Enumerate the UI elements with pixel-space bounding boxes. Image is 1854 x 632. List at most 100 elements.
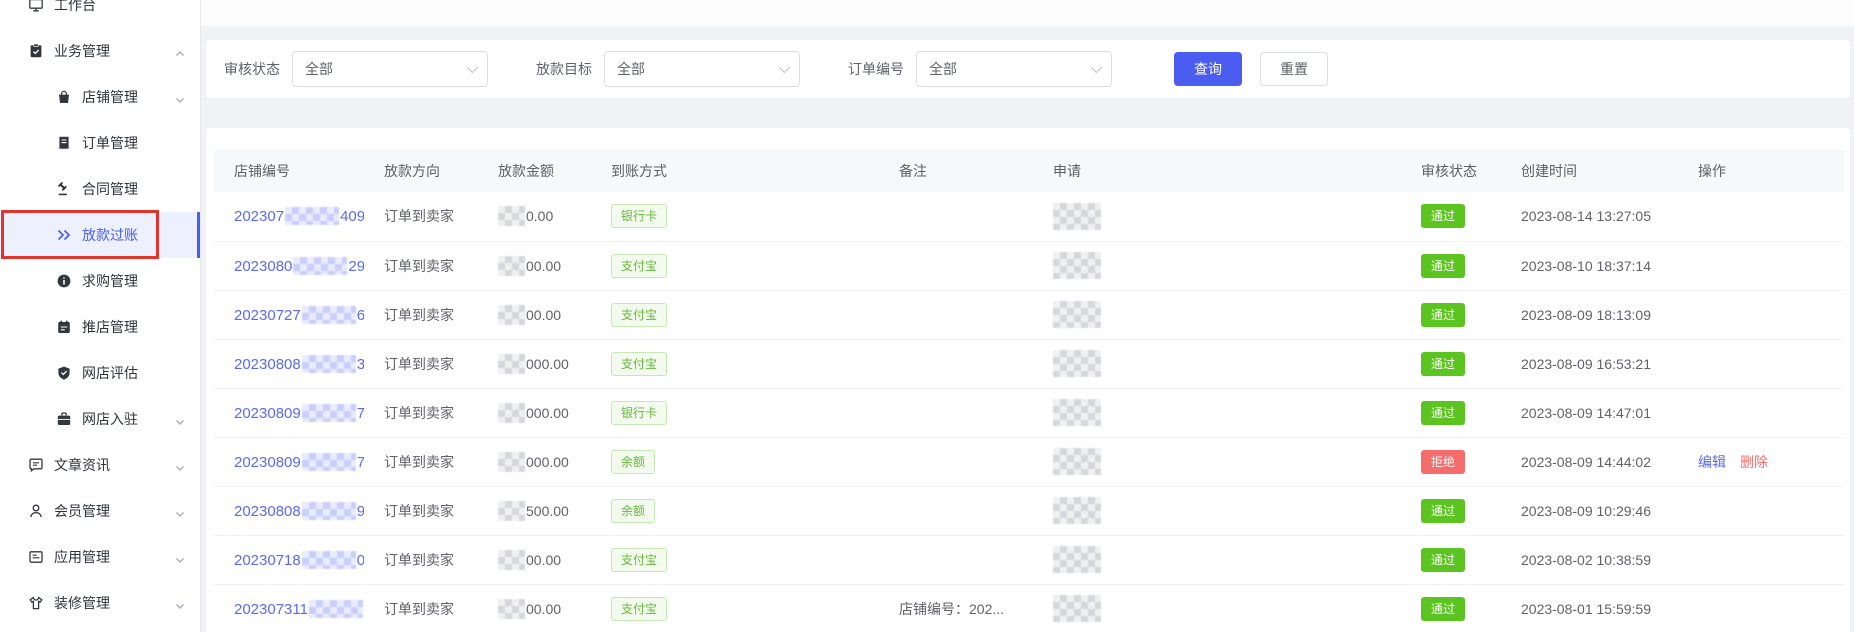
shop-number-link[interactable]: 202307409759 [234,208,364,225]
blurred-amount [498,501,525,521]
sidebar-item-article-news[interactable]: 文章资讯 [0,442,200,488]
sidebar-item-business[interactable]: 业务管理 [0,28,200,74]
order-number-value: 全部 [929,59,957,79]
shop-number-suffix: 027 [357,552,364,569]
blurred-shop-digits [293,257,347,275]
sidebar-item-purchase-management[interactable]: 求购管理 [0,258,200,304]
app-icon [28,549,44,565]
blurred-amount [498,354,525,374]
created-time-cell: 2023-08-14 13:27:05 [1501,192,1678,241]
table-row: 20230809735 订单到卖家 000.00 银行卡 通过 2023-08-… [214,388,1844,437]
blurred-shop-digits [302,453,356,471]
sidebar-item-member-management[interactable]: 会员管理 [0,488,200,534]
status-badge: 通过 [1421,352,1465,376]
sidebar-item-label: 店铺管理 [82,87,138,107]
top-strip [201,0,1854,26]
app-window: 工作台 业务管理 店铺管理 订单管理 合同管理 [0,0,1854,632]
sidebar-item-shop-management[interactable]: 店铺管理 [0,74,200,120]
shop-number-link[interactable]: 202307311853 [234,601,364,618]
created-time-cell: 2023-08-09 16:53:21 [1501,339,1678,388]
shop-number-link[interactable]: 202307276018 [234,307,364,324]
sidebar-item-shop-entry[interactable]: 网店入驻 [0,396,200,442]
amount-visible: 500.00 [526,503,569,519]
shop-number-suffix: 29432 [348,258,364,275]
shop-number-link[interactable]: 202308083498 [234,356,364,373]
created-time-cell: 2023-08-09 14:44:02 [1501,437,1678,486]
business-icon [28,43,44,59]
sidebar-item-shop-evaluation[interactable]: 网店评估 [0,350,200,396]
blurred-applicant [1053,301,1101,328]
created-time-cell: 2023-08-10 18:37:14 [1501,241,1678,290]
blurred-applicant [1053,350,1101,377]
blurred-amount [498,206,525,226]
sidebar-item-label: 网店评估 [82,363,138,383]
col-actions: 操作 [1678,150,1844,192]
sidebar-item-promote-management[interactable]: 推店管理 [0,304,200,350]
blurred-applicant [1053,546,1101,573]
sidebar-item-app-management[interactable]: 应用管理 [0,534,200,580]
filter-bar: 审核状态 全部 放款目标 全部 订单编号 全部 [206,40,1850,98]
blurred-amount [498,550,525,570]
blurred-applicant [1053,497,1101,524]
blurred-shop-digits [309,600,363,618]
blurred-amount [498,403,525,423]
table-row: 202308083498 订单到卖家 000.00 支付宝 通过 2023-08… [214,339,1844,388]
filter-audit-status: 审核状态 全部 [224,51,488,87]
sidebar-item-workbench[interactable]: 工作台 [0,0,200,28]
sidebar-item-label: 网店入驻 [82,409,138,429]
order-number-select[interactable]: 全部 [916,51,1112,87]
col-loan-direction: 放款方向 [364,150,478,192]
sidebar-item-decoration-management[interactable]: 装修管理 [0,580,200,626]
shop-number-suffix: 735 [357,405,364,422]
sidebar-item-label: 应用管理 [54,547,110,567]
amount-visible: 000.00 [526,405,569,421]
shop-number-suffix: 409759 [340,208,364,225]
delete-link[interactable]: 删除 [1740,454,1768,470]
sidebar-item-loan-posting[interactable]: 放款过账 [0,212,200,258]
sidebar-item-label: 文章资讯 [54,455,110,475]
col-remark: 备注 [879,150,1033,192]
article-icon [28,457,44,473]
loan-direction-cell: 订单到卖家 [364,290,478,339]
edit-link[interactable]: 编辑 [1698,454,1726,470]
audit-status-label: 审核状态 [224,59,280,79]
loan-target-value: 全部 [617,59,645,79]
table-row: 20230809735 订单到卖家 000.00 余额 拒绝 2023-08-0… [214,437,1844,486]
reset-button[interactable]: 重置 [1260,52,1328,86]
search-button[interactable]: 查询 [1174,52,1242,86]
filter-loan-target: 放款目标 全部 [536,51,800,87]
chevron-down-icon [779,62,790,73]
created-time-cell: 2023-08-09 18:13:09 [1501,290,1678,339]
table-row: 202308029432 订单到卖家 00.00 支付宝 通过 2023-08-… [214,241,1844,290]
shop-number-link[interactable]: 20230809735 [234,454,364,471]
status-badge: 拒绝 [1421,450,1465,474]
sidebar-item-order-management[interactable]: 订单管理 [0,120,200,166]
shop-number-link[interactable]: 20230809735 [234,405,364,422]
audit-status-select[interactable]: 全部 [292,51,488,87]
blurred-shop-digits [285,207,339,225]
main-area: 审核状态 全部 放款目标 全部 订单编号 全部 [201,0,1854,632]
member-icon [28,503,44,519]
loan-direction-cell: 订单到卖家 [364,535,478,584]
status-badge: 通过 [1421,401,1465,425]
blurred-shop-digits [302,502,356,520]
shop-number-link[interactable]: 202308029432 [234,258,364,275]
sidebar-item-label: 放款过账 [82,225,138,245]
shop-number-link[interactable]: 20230718027 [234,552,364,569]
sidebar-item-label: 装修管理 [54,593,110,613]
loan-target-select[interactable]: 全部 [604,51,800,87]
created-time-cell: 2023-08-02 10:38:59 [1501,535,1678,584]
arrival-method-tag: 支付宝 [611,303,667,327]
amount-visible: 000.00 [526,454,569,470]
sidebar-item-contract-management[interactable]: 合同管理 [0,166,200,212]
shop-number-link[interactable]: 20230808966 [234,503,364,520]
blurred-shop-digits [302,306,356,324]
blurred-shop-digits [302,404,356,422]
remark-cell [879,437,1033,486]
sidebar-menu: 工作台 业务管理 店铺管理 订单管理 合同管理 [0,0,200,626]
loan-table-card: 店铺编号 放款方向 放款金额 到账方式 备注 申请 审核状态 创建时间 操作 2… [206,128,1850,632]
shop-number-suffix: 6018 [357,307,364,324]
amount-visible: 00.00 [526,552,561,568]
chevron-down-icon [175,598,185,608]
remark-cell [879,192,1033,241]
